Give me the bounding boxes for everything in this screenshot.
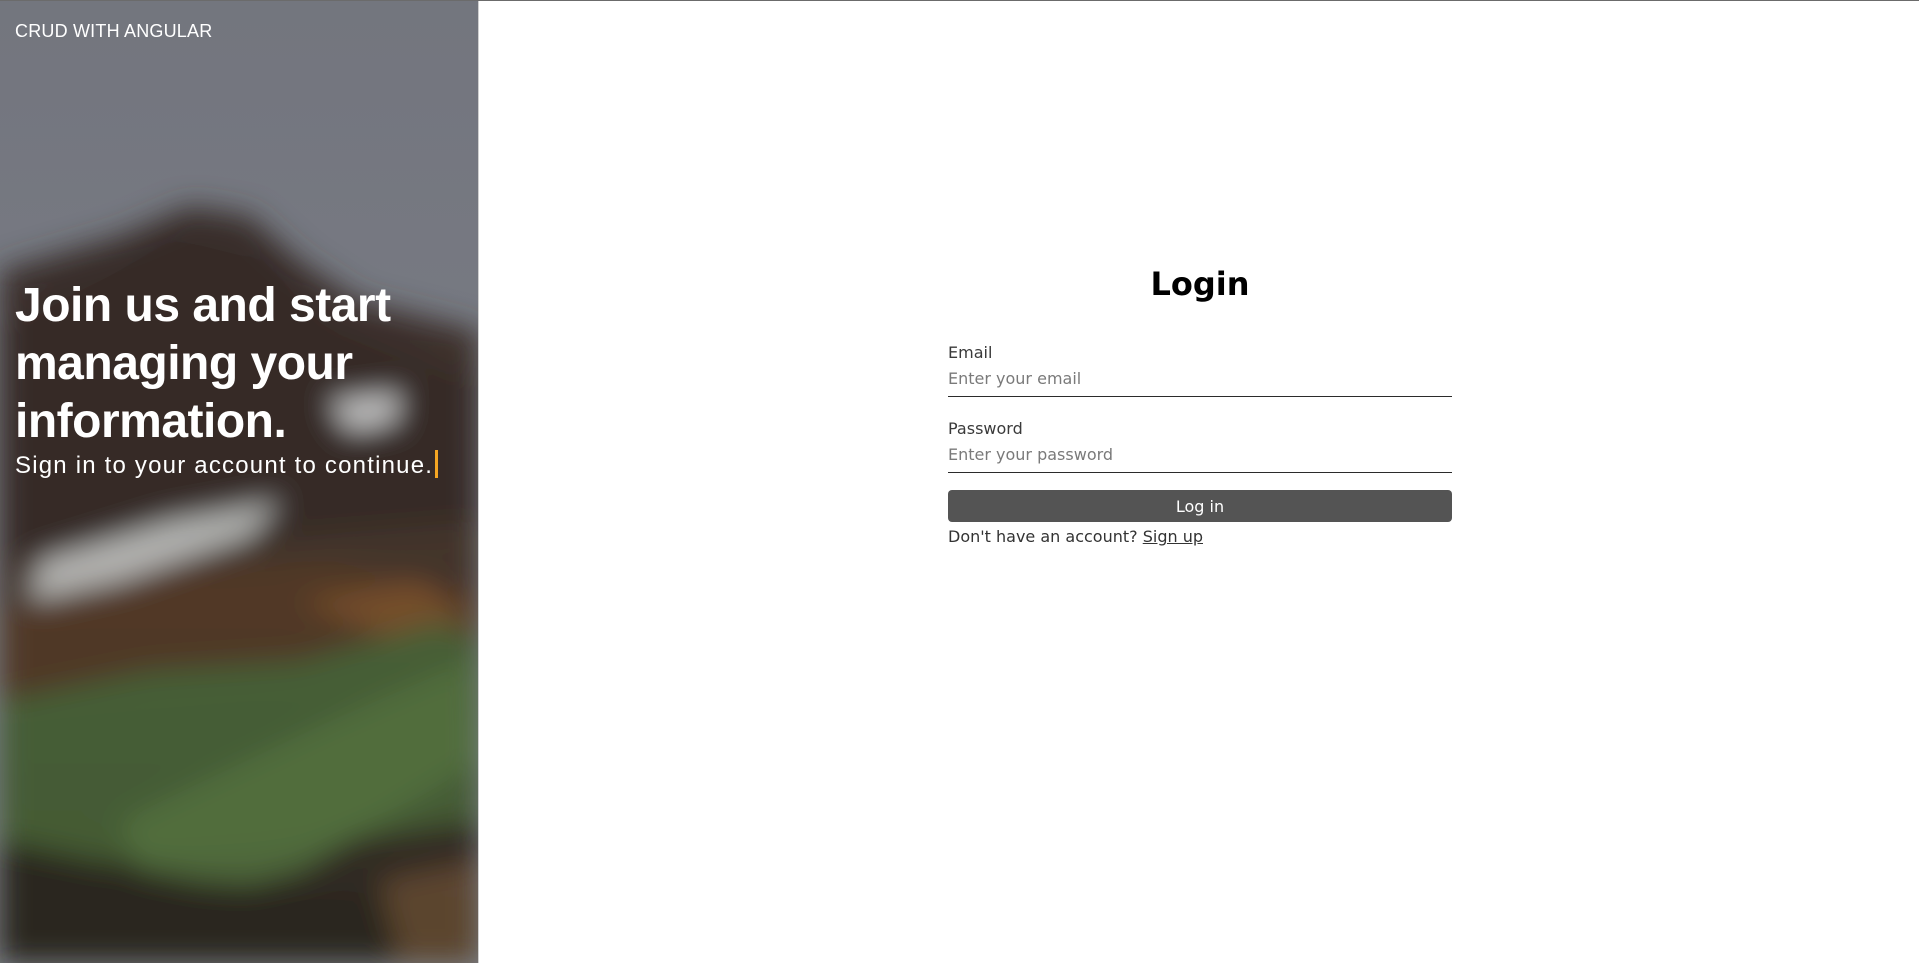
login-form: Login Email Password Log in Don't have a…: [948, 259, 1452, 549]
signup-link[interactable]: Sign up: [1143, 527, 1203, 546]
signup-prompt: Don't have an account?: [948, 527, 1138, 546]
hero-background-image: [0, 1, 478, 963]
hero-subheading-text: Sign in to your account to continue.: [15, 452, 434, 479]
hero-heading: Join us and start managing your informat…: [15, 279, 391, 448]
email-field-group: Email: [948, 343, 1452, 397]
signup-row: Don't have an account? Sign up: [948, 525, 1452, 549]
login-title: Login: [1150, 265, 1250, 303]
email-input[interactable]: [948, 365, 1452, 397]
hero-panel: CRUD WITH ANGULAR Join us and start mana…: [0, 1, 479, 963]
typing-caret: [435, 450, 439, 478]
password-field-group: Password: [948, 419, 1452, 473]
hero-subheading: Sign in to your account to continue.: [15, 450, 439, 480]
email-label: Email: [948, 343, 993, 362]
password-input[interactable]: [948, 441, 1452, 473]
password-label: Password: [948, 419, 1023, 438]
login-button[interactable]: Log in: [948, 490, 1452, 522]
brand-title: CRUD WITH ANGULAR: [15, 21, 213, 41]
page: CRUD WITH ANGULAR Join us and start mana…: [0, 0, 1919, 963]
